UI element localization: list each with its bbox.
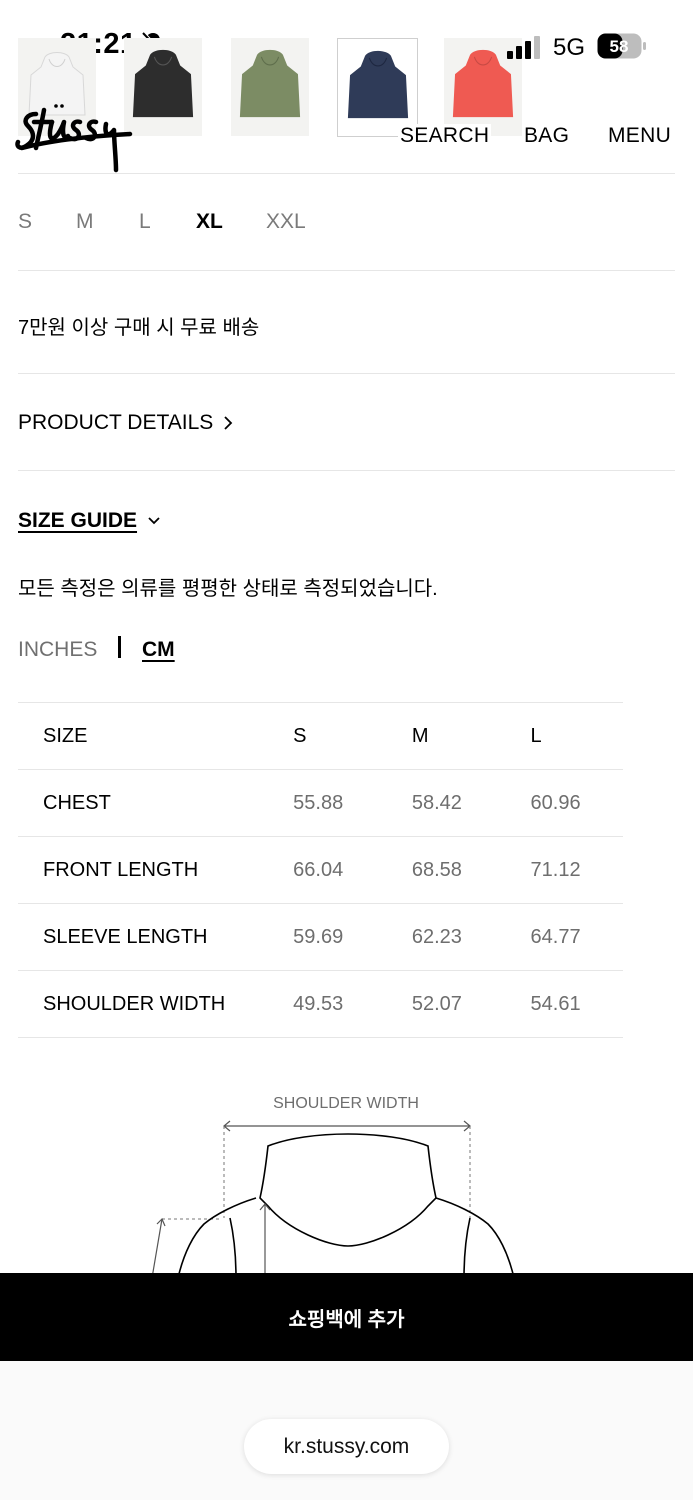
bag-link[interactable]: BAG [522, 124, 572, 148]
hoodie-thumb-icon [347, 50, 408, 118]
size-table: SIZE S M L X CHEST 55.88 58.42 60.96 6 F… [18, 702, 623, 1038]
table-row: SHOULDER WIDTH 49.53 52.07 54.61 5 [18, 970, 623, 1038]
divider [18, 173, 675, 174]
table-cell: 64.77 [530, 903, 623, 971]
hoodie-measurement-diagram: SHOULDER WIDTH [151, 1095, 515, 1278]
table-cell: 68.58 [411, 836, 531, 904]
size-option-xl[interactable]: XL [196, 210, 223, 234]
search-link[interactable]: SEARCH [398, 124, 492, 148]
swatch-navy[interactable] [337, 38, 418, 137]
chevron-down-icon [148, 517, 160, 525]
signal-icon [507, 36, 540, 59]
table-header-cell: M [411, 702, 531, 770]
table-cell: 49.53 [293, 970, 412, 1038]
table-cell: 60.96 [530, 769, 623, 837]
product-details-toggle[interactable]: PRODUCT DETAILS [18, 411, 233, 435]
divider [18, 270, 675, 271]
stussy-logo[interactable] [14, 92, 134, 178]
size-guide-label: SIZE GUIDE [18, 509, 138, 532]
shipping-note: 7만원 이상 구매 시 무료 배송 [18, 317, 260, 339]
add-to-bag-button[interactable]: 쇼핑백에 추가 [0, 1273, 693, 1361]
table-header-cell: SIZE [18, 702, 294, 770]
unit-inches-toggle[interactable]: INCHES [18, 638, 97, 662]
size-option-xxl[interactable]: XXL [266, 210, 306, 234]
table-row: FRONT LENGTH 66.04 68.58 71.12 7 [18, 836, 623, 904]
swatch-black[interactable] [124, 38, 202, 136]
table-cell: 54.61 [530, 970, 623, 1038]
size-option-s[interactable]: S [18, 210, 32, 234]
product-details-label: PRODUCT DETAILS [18, 411, 214, 434]
measurement-note: 모든 측정은 의류를 평평한 상태로 측정되었습니다. [18, 578, 438, 600]
battery-level: 58 [610, 37, 629, 56]
table-cell: 52.07 [411, 970, 531, 1038]
row-label: SLEEVE LENGTH [18, 903, 294, 971]
swatch-olive[interactable] [231, 38, 309, 136]
network-type: 5G [553, 34, 586, 61]
unit-separator [118, 636, 121, 658]
table-cell: 66.04 [293, 836, 412, 904]
row-label: FRONT LENGTH [18, 836, 294, 904]
size-guide-toggle[interactable]: SIZE GUIDE [18, 509, 161, 533]
table-row: SLEEVE LENGTH 59.69 62.23 64.77 6 [18, 903, 623, 971]
table-header-row: SIZE S M L X [18, 702, 623, 770]
battery-icon: 58 [597, 33, 646, 59]
table-cell: 71.12 [530, 836, 623, 904]
hoodie-thumb-icon [239, 49, 301, 118]
divider [18, 470, 675, 471]
table-cell: 55.88 [293, 769, 412, 837]
url-bar[interactable]: kr.stussy.com [244, 1419, 449, 1474]
size-option-m[interactable]: M [76, 210, 94, 234]
diagram-shoulder-width-label: SHOULDER WIDTH [273, 1095, 419, 1112]
row-label: CHEST [18, 769, 294, 837]
table-cell: 58.42 [411, 769, 531, 837]
row-label: SHOULDER WIDTH [18, 970, 294, 1038]
size-option-l[interactable]: L [139, 210, 151, 234]
unit-cm-toggle[interactable]: CM [142, 638, 175, 662]
chevron-right-icon [224, 416, 233, 430]
divider [18, 373, 675, 374]
hoodie-thumb-icon [132, 49, 194, 118]
table-header-cell: L [530, 702, 623, 770]
table-cell: 62.23 [411, 903, 531, 971]
table-cell: 59.69 [293, 903, 412, 971]
table-row: CHEST 55.88 58.42 60.96 6 [18, 769, 623, 837]
table-header-cell: S [293, 702, 412, 770]
menu-link[interactable]: MENU [606, 124, 674, 148]
